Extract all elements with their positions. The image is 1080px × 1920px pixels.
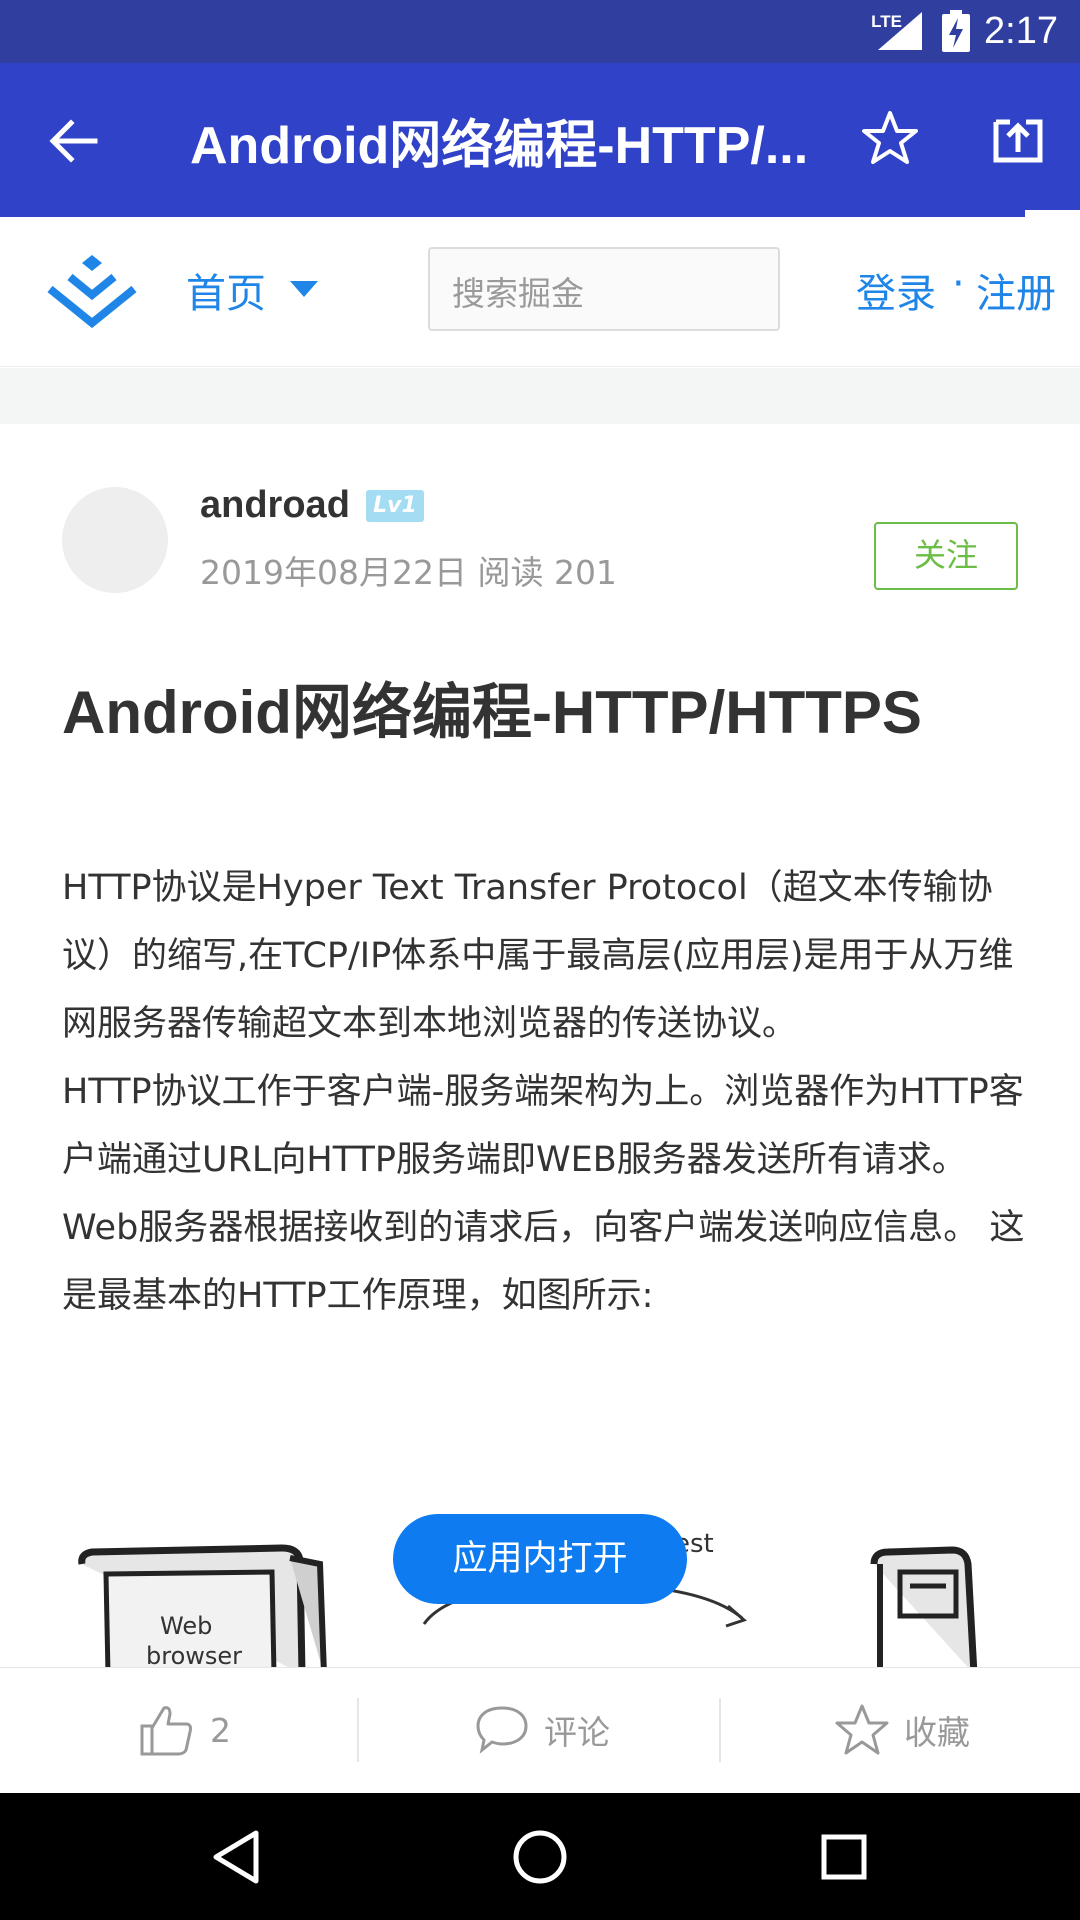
collect-button[interactable]: 收藏 bbox=[834, 1698, 970, 1762]
login-link[interactable]: 登录 bbox=[856, 261, 936, 319]
open-in-app-button[interactable]: 应用内打开 bbox=[393, 1514, 687, 1604]
status-bar: LTE 2:17 bbox=[0, 0, 1080, 63]
browser-label-line2: browser bbox=[146, 1642, 242, 1668]
back-arrow-icon[interactable] bbox=[45, 113, 101, 169]
system-nav-bar bbox=[0, 1793, 1080, 1920]
browser-label-line1: Web bbox=[160, 1612, 212, 1640]
author-name[interactable]: androad bbox=[200, 484, 350, 527]
page-title: Android网络编程-HTTP/... bbox=[190, 117, 809, 175]
article-body: HTTP协议是Hyper Text Transfer Protocol（超文本传… bbox=[62, 854, 1030, 1330]
article-title: Android网络编程-HTTP/HTTPS bbox=[62, 679, 922, 746]
recents-square-icon[interactable] bbox=[810, 1823, 878, 1891]
battery-charging-icon bbox=[942, 10, 970, 52]
share-icon[interactable] bbox=[988, 108, 1048, 168]
thumbs-up-icon bbox=[140, 1706, 192, 1756]
paragraph: HTTP协议是Hyper Text Transfer Protocol（超文本传… bbox=[62, 868, 1014, 1044]
juejin-logo-icon[interactable] bbox=[42, 249, 142, 329]
comment-button[interactable]: 评论 bbox=[474, 1698, 610, 1762]
star-outline-icon bbox=[835, 1704, 889, 1755]
register-link[interactable]: 注册 bbox=[976, 261, 1056, 319]
action-bar: 2 评论 收藏 bbox=[0, 1667, 1080, 1793]
caret-down-icon[interactable] bbox=[290, 281, 318, 299]
separator-dot: · bbox=[952, 261, 965, 307]
like-count: 2 bbox=[210, 1710, 231, 1750]
home-circle-icon[interactable] bbox=[506, 1823, 574, 1891]
site-header: 首页 搜索掘金 登录 · 注册 bbox=[0, 217, 1080, 367]
article-meta: 2019年08月22日 阅读 201 bbox=[200, 553, 617, 592]
app-bar: Android网络编程-HTTP/... bbox=[0, 63, 1080, 220]
comment-label: 评论 bbox=[544, 1713, 610, 1752]
avatar[interactable] bbox=[62, 487, 168, 593]
divider-band bbox=[0, 368, 1080, 424]
collect-label: 收藏 bbox=[904, 1713, 970, 1752]
star-icon[interactable] bbox=[860, 108, 920, 168]
signal-icon bbox=[878, 12, 922, 50]
divider bbox=[719, 1698, 721, 1762]
nav-home[interactable]: 首页 bbox=[186, 261, 266, 319]
article: androad Lv1 2019年08月22日 阅读 201 关注 Androi… bbox=[0, 424, 1080, 1668]
level-badge: Lv1 bbox=[366, 490, 424, 522]
follow-button[interactable]: 关注 bbox=[874, 522, 1018, 590]
search-input[interactable]: 搜索掘金 bbox=[428, 247, 780, 331]
comment-bubble-icon bbox=[476, 1706, 528, 1754]
divider bbox=[357, 1698, 359, 1762]
back-triangle-icon[interactable] bbox=[202, 1823, 270, 1891]
clock: 2:17 bbox=[984, 10, 1058, 52]
like-button[interactable]: 2 bbox=[138, 1698, 231, 1762]
paragraph: HTTP协议工作于客户端-服务端架构为上。浏览器作为HTTP客户端通过URL向H… bbox=[62, 1072, 1025, 1316]
